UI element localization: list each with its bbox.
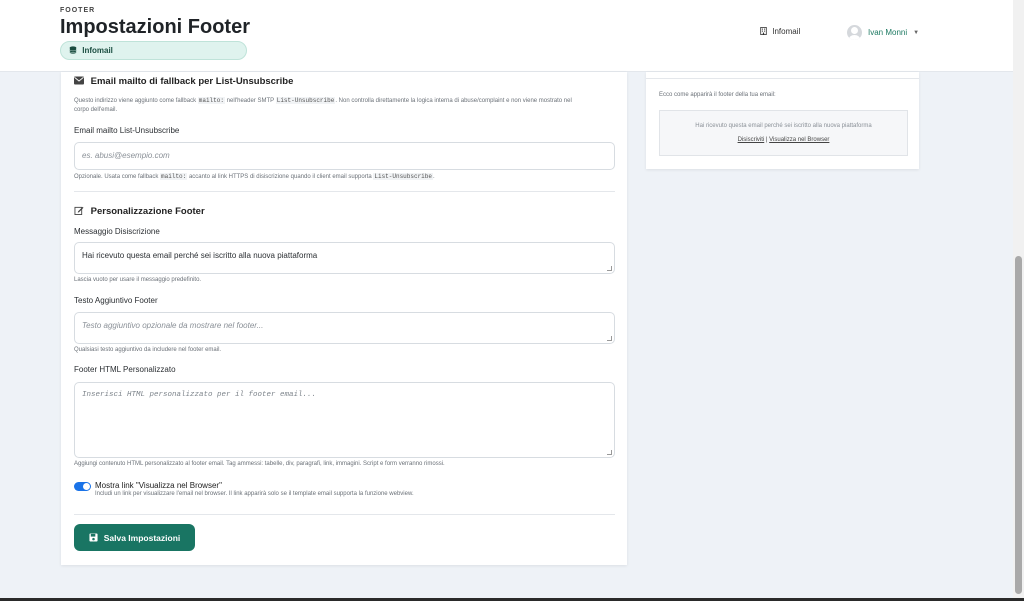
floppy-disk-icon xyxy=(89,533,98,542)
fallback-section-title: Email mailto di fallback per List-Unsubs… xyxy=(74,76,293,87)
footer-section-title-text: Personalizzazione Footer xyxy=(90,206,205,217)
preview-browser-link[interactable]: Visualizza nel Browser xyxy=(769,137,829,143)
page-scrollbar[interactable] xyxy=(1013,0,1024,598)
section-divider xyxy=(74,514,615,515)
mailto-help-text-1: Opzionale. Usata come fallback xyxy=(74,174,159,180)
extra-text-placeholder: Testo aggiuntivo opzionale da mostrare n… xyxy=(82,321,264,330)
mailto-field-label: Email mailto List-Unsubscribe xyxy=(74,126,180,135)
scrollbar-thumb[interactable] xyxy=(1015,256,1022,594)
unsubscribe-message-help: Lascia vuoto per usare il messaggio pred… xyxy=(74,277,202,283)
user-menu[interactable]: Ivan Monni ▼ xyxy=(847,25,919,40)
footer-settings-card: Email mailto di fallback per List-Unsubs… xyxy=(61,72,627,565)
preview-link-separator: | xyxy=(765,137,768,143)
envelope-icon xyxy=(74,76,84,85)
avatar xyxy=(847,25,862,40)
preview-header-divider xyxy=(646,78,919,79)
unsubscribe-message-label: Messaggio Disiscrizione xyxy=(74,227,160,236)
mailto-help-text-3: . xyxy=(432,174,435,180)
resize-handle-icon[interactable] xyxy=(607,336,612,341)
fallback-help-code-2: List-Unsubscribe xyxy=(275,97,336,104)
mailto-help-text-2: accanto al link HTTPS di disiscrizione q… xyxy=(188,174,372,180)
unsubscribe-message-textarea[interactable]: Hai ricevuto questa email perché sei isc… xyxy=(74,242,615,274)
fallback-help-text-2: nell'header SMTP xyxy=(226,98,275,104)
fallback-help: Questo indirizzo viene aggiunto come fal… xyxy=(74,96,614,115)
top-header: FOOTER Impostazioni Footer Infomail Info… xyxy=(0,0,1013,72)
mailto-help-code-2: List-Unsubscribe xyxy=(373,173,433,180)
preview-message: Hai ricevuto questa email perché sei isc… xyxy=(695,123,872,129)
user-name: Ivan Monni xyxy=(868,28,908,37)
fallback-help-text-3: . Non controlla direttamente la logica i… xyxy=(335,98,572,104)
mailto-help-code-1: mailto: xyxy=(160,173,188,180)
database-icon xyxy=(69,46,77,54)
extra-text-textarea[interactable]: Testo aggiuntivo opzionale da mostrare n… xyxy=(74,312,615,344)
fallback-section-title-text: Email mailto di fallback per List-Unsubs… xyxy=(90,76,294,87)
mailto-field-help: Opzionale. Usata come fallback mailto: a… xyxy=(74,172,435,182)
resize-handle-icon[interactable] xyxy=(607,450,612,455)
fallback-help-code-1: mailto: xyxy=(197,97,225,104)
footer-preview-card: Ecco come apparirà il footer della tua e… xyxy=(646,72,919,169)
save-settings-button[interactable]: Salva Impostazioni xyxy=(74,524,195,551)
footer-section-title: Personalizzazione Footer xyxy=(74,206,205,217)
footer-preview-box: Hai ricevuto questa email perché sei isc… xyxy=(659,110,908,156)
building-icon xyxy=(760,27,767,35)
unsubscribe-message-value: Hai ricevuto questa email perché sei isc… xyxy=(82,251,318,260)
fallback-help-text-1: Questo indirizzo viene aggiunto come fal… xyxy=(74,98,197,104)
save-settings-label: Salva Impostazioni xyxy=(103,532,181,543)
extra-text-help: Qualsiasi testo aggiuntivo da includere … xyxy=(74,347,222,353)
mailto-email-input[interactable]: es. abusi@esempio.com xyxy=(74,142,615,170)
extra-text-label: Testo Aggiuntivo Footer xyxy=(74,296,158,305)
custom-html-help: Aggiungi contenuto HTML personalizzato a… xyxy=(74,461,445,467)
preview-links: Disiscriviti | Visualizza nel Browser xyxy=(660,137,907,143)
show-browser-link-label: Mostra link "Visualizza nel Browser" xyxy=(95,481,222,490)
tenant-name: Infomail xyxy=(772,27,801,36)
mailto-email-placeholder: es. abusi@esempio.com xyxy=(82,151,170,160)
custom-html-textarea[interactable]: Inserisci HTML personalizzato per il foo… xyxy=(74,382,615,458)
tenant-badge: Infomail xyxy=(60,41,247,60)
tenant-selector[interactable]: Infomail xyxy=(760,27,800,36)
resize-handle-icon[interactable] xyxy=(607,266,612,271)
show-browser-link-toggle[interactable] xyxy=(74,482,91,491)
fallback-help-text-4: corpo dell'email. xyxy=(74,107,118,113)
page-pretitle: FOOTER xyxy=(60,7,96,14)
custom-html-placeholder: Inserisci HTML personalizzato per il foo… xyxy=(82,391,317,399)
custom-html-label: Footer HTML Personalizzato xyxy=(74,365,176,374)
preview-help: Ecco come apparirà il footer della tua e… xyxy=(659,92,776,98)
page-title: Impostazioni Footer xyxy=(60,16,250,38)
chevron-down-icon: ▼ xyxy=(913,29,920,36)
section-divider xyxy=(74,191,615,192)
edit-icon xyxy=(74,206,84,215)
preview-unsubscribe-link[interactable]: Disiscriviti xyxy=(738,137,765,143)
show-browser-link-help: Includi un link per visualizzare l'email… xyxy=(95,491,414,497)
badge-label: Infomail xyxy=(82,46,113,55)
